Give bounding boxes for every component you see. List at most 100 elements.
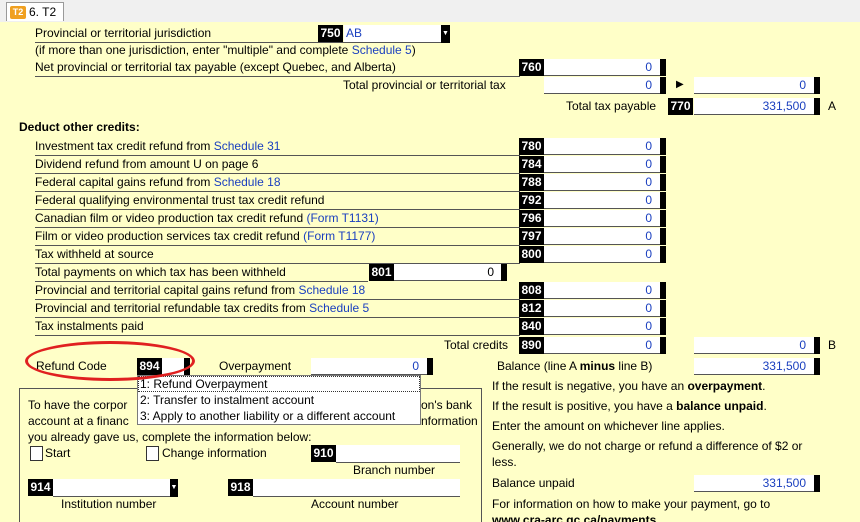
multiple-note-suffix: ): [411, 43, 416, 57]
schedule-5-link[interactable]: Schedule 5: [352, 43, 412, 57]
balance-unpaid-label: Balance unpaid: [492, 476, 575, 490]
credit-amount-field[interactable]: 0: [544, 318, 660, 335]
net-prov-field[interactable]: 0: [544, 59, 660, 76]
credit-row-label: Investment tax credit refund from: [35, 139, 214, 153]
field-end-bar: [427, 358, 433, 375]
code-801: 801: [369, 264, 394, 281]
withheld-row: Total payments on which tax has been wit…: [35, 264, 368, 282]
change-info-checkbox[interactable]: [146, 446, 159, 461]
field-end-bar: [814, 337, 820, 354]
balance-unpaid-field: 331,500: [694, 475, 814, 492]
account-number-label: Account number: [311, 497, 399, 511]
withheld-field[interactable]: 0: [394, 264, 502, 281]
credit-row-label: Federal qualifying environmental trust t…: [35, 193, 325, 207]
field-end-bar: [660, 210, 666, 227]
field-end-bar: [660, 282, 666, 299]
credit-row-link[interactable]: (Form T1131): [306, 211, 378, 225]
credit-row-label: Tax withheld at source: [35, 247, 154, 261]
credit-row: Dividend refund from amount U on page 6: [35, 156, 520, 174]
multiple-note-text: (if more than one jurisdiction, enter "m…: [35, 43, 352, 57]
field-end-bar: [660, 300, 666, 317]
balance-label-prefix: Balance (line A: [497, 359, 580, 373]
arrow-right-icon: ▶: [676, 79, 684, 90]
jurisdiction-row: Provincial or territorial jurisdiction: [35, 25, 345, 43]
total-tax-field: 331,500: [694, 98, 814, 115]
total-tax-letter: A: [828, 99, 837, 113]
field-end-bar: [814, 98, 820, 115]
code-770: 770: [668, 98, 693, 115]
credit-row-label: Canadian film or video production tax cr…: [35, 211, 307, 225]
t2-form-page: Provincial or territorial jurisdiction 7…: [0, 22, 860, 522]
institution-number-label: Institution number: [61, 497, 157, 511]
total-tax-label: Total tax payable: [566, 99, 657, 113]
field-end-bar: [660, 59, 666, 76]
credit-amount-field[interactable]: 0: [544, 138, 660, 155]
chevron-down-icon[interactable]: ▼: [170, 479, 178, 497]
institution-number-field[interactable]: [53, 479, 171, 497]
credit-row-label: Film or video production services tax cr…: [35, 229, 304, 243]
deposit-line2-a: account at a financ: [28, 414, 129, 428]
credit-row-link[interactable]: Schedule 31: [214, 139, 281, 153]
field-end-bar: [660, 138, 666, 155]
credit-amount-field[interactable]: 0: [544, 174, 660, 191]
credit-row-label: Federal capital gains refund from: [35, 175, 214, 189]
jurisdiction-select[interactable]: AB: [344, 25, 447, 43]
credit-amount-field[interactable]: 0: [544, 228, 660, 245]
total-credits-letter: B: [828, 338, 837, 352]
field-end-bar: [501, 264, 507, 281]
credit-row: Federal capital gains refund from Schedu…: [35, 174, 520, 192]
credit-amount-field[interactable]: 0: [544, 246, 660, 263]
credit-amount-field[interactable]: 0: [544, 192, 660, 209]
multiple-note: (if more than one jurisdiction, enter "m…: [35, 42, 416, 59]
total-prov-field[interactable]: 0: [544, 77, 660, 94]
credit-row-link[interactable]: (Form T1177): [303, 229, 375, 243]
overpayment-field: 0: [311, 358, 427, 375]
credit-amount-field[interactable]: 0: [544, 156, 660, 173]
credit-row: Provincial and territorial capital gains…: [35, 282, 520, 300]
highlight-oval: [25, 341, 195, 381]
credit-row-link[interactable]: Schedule 18: [298, 283, 365, 297]
balance-label-bold: minus: [579, 359, 616, 373]
tab-t2[interactable]: T2 6. T2: [6, 2, 64, 21]
total-credits-carry-field: 0: [694, 337, 814, 354]
generally-note-1: Generally, we do not charge or refund a …: [492, 439, 803, 453]
refund-option-2[interactable]: 2: Transfer to instalment account: [138, 392, 420, 408]
credit-row-link[interactable]: Schedule 5: [309, 301, 369, 315]
total-credits-field: 0: [544, 337, 660, 354]
credit-row: Film or video production services tax cr…: [35, 228, 520, 246]
payment-url[interactable]: www.cra-arc.gc.ca/payments: [492, 512, 656, 522]
credit-amount-field[interactable]: 0: [544, 282, 660, 299]
start-checkbox[interactable]: [30, 446, 43, 461]
line-code: 797: [519, 228, 544, 245]
credit-amount-field[interactable]: 0: [544, 300, 660, 317]
neg-suffix: .: [762, 379, 766, 393]
enter-note: Enter the amount on whichever line appli…: [492, 419, 725, 433]
credit-row-link[interactable]: Schedule 18: [214, 175, 281, 189]
line-code: 788: [519, 174, 544, 191]
account-number-field[interactable]: [253, 479, 460, 497]
total-credits-label: Total credits: [444, 338, 509, 352]
positive-note: If the result is positive, you have a ba…: [492, 398, 767, 415]
credit-row: Provincial and territorial refundable ta…: [35, 300, 520, 318]
credit-row-label: Provincial and territorial refundable ta…: [35, 301, 310, 315]
balance-label-suffix: line B): [615, 359, 653, 373]
refund-option-1[interactable]: 1: Refund Overpayment: [138, 376, 420, 392]
withheld-label: Total payments on which tax has been wit…: [35, 265, 286, 279]
field-end-bar: [660, 192, 666, 209]
chevron-down-icon[interactable]: ▼: [441, 25, 450, 43]
balance-label: Balance (line A minus line B): [497, 358, 652, 375]
jurisdiction-value: AB: [346, 26, 363, 40]
branch-number-label: Branch number: [353, 463, 436, 477]
field-end-bar: [660, 337, 666, 354]
credit-row: Investment tax credit refund from Schedu…: [35, 138, 520, 156]
refund-option-3[interactable]: 3: Apply to another liability or a diffe…: [138, 408, 420, 424]
field-end-bar: [814, 475, 820, 492]
refund-code-dropdown[interactable]: 1: Refund Overpayment 2: Transfer to ins…: [137, 375, 421, 425]
deposit-line1-b: on's bank: [421, 398, 472, 412]
credit-amount-field[interactable]: 0: [544, 210, 660, 227]
total-prov-label: Total provincial or territorial tax: [343, 78, 506, 92]
pos-prefix: If the result is positive, you have a: [492, 399, 677, 413]
branch-number-field[interactable]: [336, 445, 460, 463]
line-code: 840: [519, 318, 544, 335]
net-prov-row: Net provincial or territorial tax payabl…: [35, 59, 520, 77]
